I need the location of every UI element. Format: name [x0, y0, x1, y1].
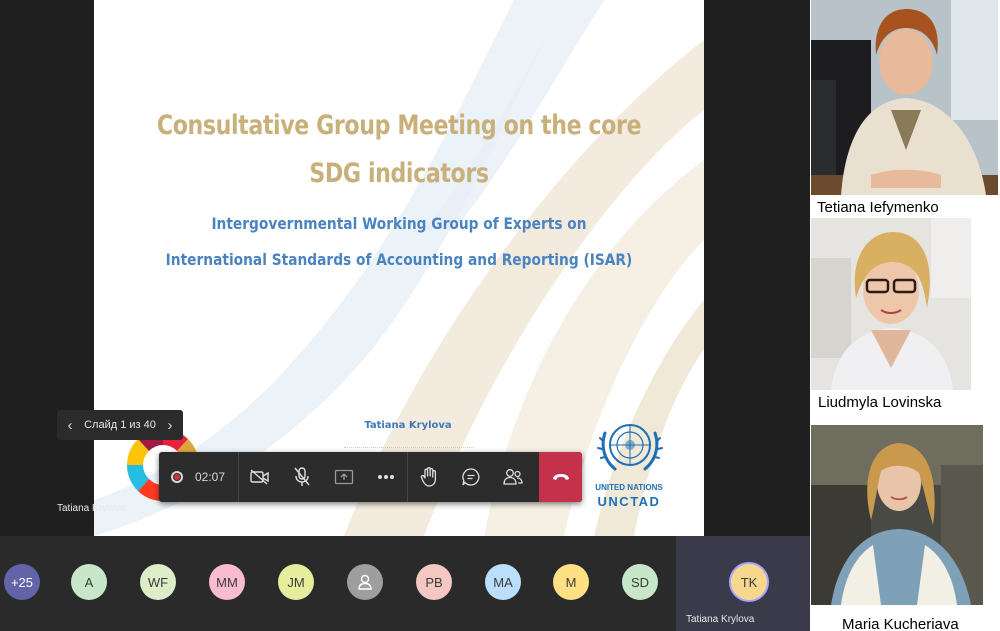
participant-avatar[interactable]: PB — [416, 564, 452, 600]
participant-initials: WF — [147, 574, 169, 590]
raise-hand-icon — [420, 467, 437, 487]
slide-subtitle-line-1: Intergovernmental Working Group of Exper… — [211, 214, 587, 233]
slide-title-line-2: SDG indicators — [309, 158, 489, 189]
participant-initials: SD — [630, 574, 650, 590]
participant-initials: PB — [425, 574, 443, 590]
more-actions-button[interactable] — [365, 452, 407, 502]
record-icon — [171, 471, 183, 483]
video-tile-1-name: Tetiana Iefymenko — [817, 199, 939, 216]
more-participants-bubble[interactable]: +25 — [4, 564, 40, 600]
participant-photo-2 — [811, 218, 971, 390]
slide-subtitle-line-2: International Standards of Accounting an… — [165, 250, 633, 269]
participant-initials: MM — [216, 574, 238, 590]
share-screen-icon — [334, 469, 354, 485]
participant-avatar[interactable]: WF — [140, 564, 176, 600]
participant-avatar[interactable]: M — [553, 564, 589, 600]
meeting-toolbar: 02:07 — [159, 452, 582, 502]
video-tile-3-name: Maria Kucheriava — [842, 616, 959, 631]
next-slide-button[interactable]: › — [157, 410, 183, 440]
participant-initials: A — [84, 574, 94, 590]
more-icon — [378, 475, 394, 479]
chat-button[interactable] — [450, 452, 492, 502]
participants-button[interactable] — [492, 452, 534, 502]
participant-avatar[interactable]: A — [71, 564, 107, 600]
un-emblem-logo — [597, 424, 663, 471]
hang-up-icon — [552, 474, 569, 480]
participant-avatar[interactable]: MA — [485, 564, 521, 600]
participant-photo-1 — [811, 0, 998, 195]
video-tile-2-name: Liudmyla Lovinska — [818, 394, 942, 411]
camera-button[interactable] — [239, 452, 281, 502]
microphone-button[interactable] — [281, 452, 323, 502]
participant-avatar[interactable]: SD — [622, 564, 658, 600]
slide-title-line-1: Consultative Group Meeting on the core — [156, 110, 642, 141]
participant-avatar[interactable]: MM — [209, 564, 245, 600]
leave-call-button[interactable] — [539, 452, 582, 502]
share-screen-button[interactable] — [323, 452, 365, 502]
meeting-timer: 02:07 — [195, 470, 226, 484]
raise-hand-button[interactable] — [408, 452, 450, 502]
participant-avatar[interactable] — [347, 564, 383, 600]
active-speaker-avatar: TK — [729, 562, 769, 602]
slide-presenter-name: Tatiana Krylova — [364, 420, 452, 431]
video-tile-2 — [811, 218, 971, 390]
person-icon — [358, 574, 372, 590]
mic-off-icon — [294, 467, 310, 486]
slide-navigation: ‹ Слайд 1 из 40 › — [57, 410, 183, 440]
more-participants-count: +25 — [10, 574, 34, 590]
unctad-logo-text: UNCTAD — [597, 494, 661, 509]
chevron-right-icon: › — [167, 416, 173, 434]
participants-icon — [503, 469, 523, 485]
participant-strip: +25 A WF MM JM PB MA M SD TK Tatiana Kry… — [0, 536, 810, 631]
participant-initials: TK — [740, 574, 758, 590]
recording-indicator: 02:07 — [159, 452, 239, 502]
chevron-left-icon: ‹ — [67, 416, 73, 434]
participant-avatar[interactable]: JM — [278, 564, 314, 600]
participant-initials: MA — [493, 574, 513, 590]
video-tile-3 — [811, 425, 983, 605]
chat-icon — [462, 468, 480, 486]
camera-off-icon — [250, 469, 269, 485]
video-tile-1 — [811, 0, 998, 195]
participant-initials: JM — [287, 574, 305, 590]
participant-photo-3 — [811, 425, 983, 605]
meeting-stage: Consultative Group Meeting on the core S… — [0, 0, 810, 536]
presenter-name-label: Tatiana Krylova — [57, 503, 126, 514]
previous-slide-button[interactable]: ‹ — [57, 410, 83, 440]
slide-counter: Слайд 1 из 40 — [84, 419, 156, 431]
active-speaker-name: Tatiana Krylova — [686, 614, 755, 625]
un-logo-text: UNITED NATIONS — [595, 483, 663, 492]
active-speaker-tile[interactable]: TK Tatiana Krylova — [676, 536, 810, 631]
participant-initials: M — [565, 574, 577, 590]
